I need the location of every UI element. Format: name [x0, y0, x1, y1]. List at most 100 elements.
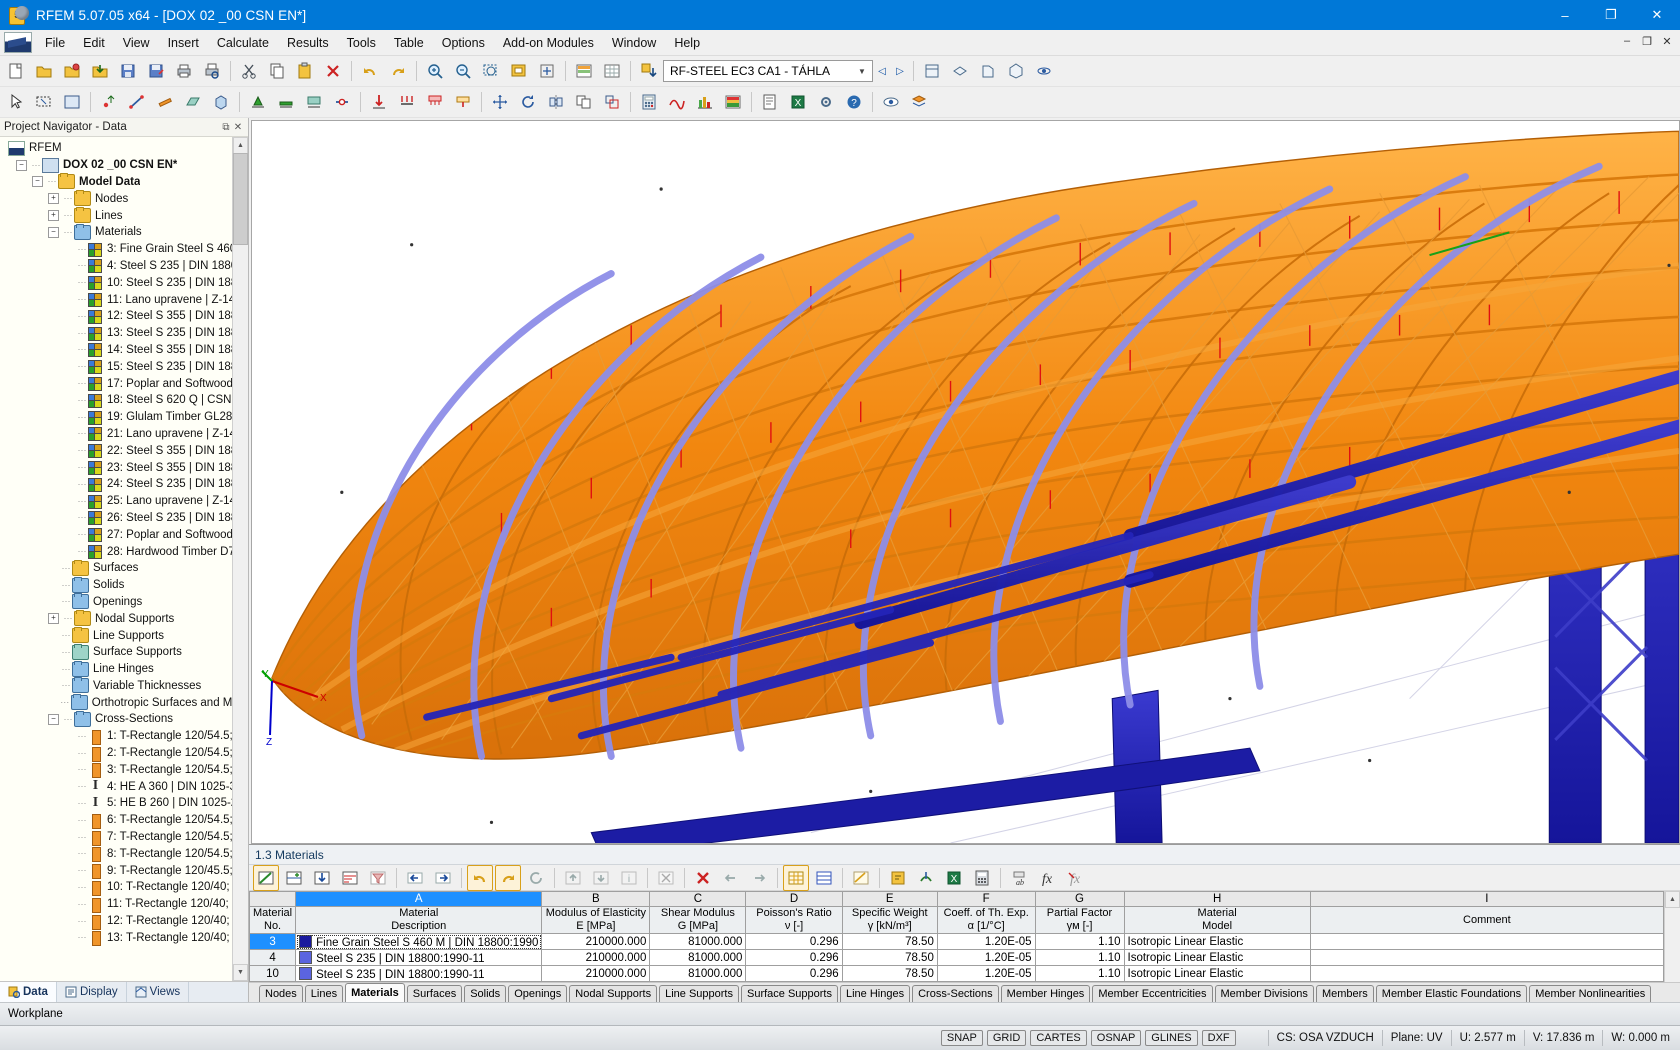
- close-button[interactable]: ✕: [1634, 0, 1680, 30]
- row-number-cell[interactable]: 4: [248, 949, 297, 966]
- status-toggle-grid[interactable]: GRID: [986, 1030, 1027, 1046]
- menu-calculate[interactable]: Calculate: [208, 33, 278, 53]
- menu-help[interactable]: Help: [665, 33, 709, 53]
- status-toggle-dxf[interactable]: DXF: [1201, 1030, 1236, 1046]
- status-toggle-osnap[interactable]: OSNAP: [1090, 1030, 1142, 1046]
- table-move-up-icon[interactable]: [560, 865, 586, 891]
- table-delete-right-icon[interactable]: [746, 865, 772, 891]
- print-icon[interactable]: [171, 58, 197, 84]
- thermal-expansion-cell[interactable]: 1.20E-05: [936, 933, 1036, 950]
- tree-item-cross-section[interactable]: ⋯1: T-Rectangle 120/54.5; Gl: [4, 728, 232, 745]
- table-tab-line-hinges[interactable]: Line Hinges: [840, 985, 911, 1002]
- results-diagram-icon[interactable]: [692, 89, 718, 115]
- menu-insert[interactable]: Insert: [159, 33, 208, 53]
- table-tab-surfaces[interactable]: Surfaces: [406, 985, 463, 1002]
- tree-item-model-data[interactable]: − ⋯ Model Data: [4, 173, 232, 191]
- table-insert-row-icon[interactable]: [281, 865, 307, 891]
- scroll-up-icon[interactable]: ▲: [1665, 891, 1680, 908]
- material-description-cell[interactable]: Fine Grain Steel S 460 M | DIN 18800:199…: [295, 933, 543, 950]
- tree-item-cross-section[interactable]: ⋯2: T-Rectangle 120/54.5; Gl: [4, 745, 232, 762]
- tree-item-material[interactable]: ⋯ 19: Glulam Timber GL28h |: [4, 409, 232, 426]
- tree-item-cross-section[interactable]: ⋯7: T-Rectangle 120/54.5; Gl: [4, 829, 232, 846]
- zoom-all-icon[interactable]: [506, 58, 532, 84]
- tree-item-rfem[interactable]: RFEM: [4, 140, 232, 157]
- tree-item-cross-section[interactable]: ⋯9: T-Rectangle 120/45.5; Gl: [4, 862, 232, 880]
- tree-item-cross-section[interactable]: ⋯13: T-Rectangle 120/40; Po: [4, 929, 232, 947]
- menu-edit[interactable]: Edit: [74, 33, 114, 53]
- paste-icon[interactable]: [292, 58, 318, 84]
- expander-icon[interactable]: +: [48, 193, 59, 205]
- poissons-ratio-cell[interactable]: 0.296: [745, 965, 843, 982]
- new-file-icon[interactable]: [3, 58, 29, 84]
- table-tab-line-supports[interactable]: Line Supports: [659, 985, 739, 1002]
- thermal-expansion-cell[interactable]: 1.20E-05: [936, 965, 1036, 982]
- table-edit-icon[interactable]: [253, 864, 279, 891]
- row-number-cell[interactable]: 10: [248, 965, 297, 982]
- tree-item-cross-section[interactable]: ⋯5: HE B 260 | DIN 1025-2:199: [4, 795, 233, 812]
- tree-item-material[interactable]: ⋯18: Steel S 620 Q | ČSN EN 1: [4, 392, 232, 409]
- copy-icon[interactable]: [264, 58, 290, 84]
- view-front-icon[interactable]: [919, 58, 945, 84]
- expander-icon[interactable]: +: [48, 613, 59, 625]
- row-number-cell[interactable]: 3: [248, 933, 297, 950]
- tree-item-material[interactable]: ⋯3: Fine Grain Steel S 460 M |: [4, 241, 232, 258]
- tree-item-cross-section[interactable]: ⋯10: T-Rectangle 120/40; Po: [4, 879, 232, 896]
- table-undo-icon[interactable]: [467, 864, 493, 891]
- table-delete-left-icon[interactable]: [718, 865, 744, 891]
- delete-icon[interactable]: [320, 58, 346, 84]
- module-combobox[interactable]: RF-STEEL EC3 CA1 - TÁHLA ▼: [663, 60, 873, 82]
- free-load-icon[interactable]: [450, 89, 476, 115]
- tree-item-cross-section[interactable]: ⋯12: T-Rectangle 120/40; Po: [4, 913, 232, 930]
- table-redo-icon[interactable]: [495, 864, 521, 891]
- tree-item-material[interactable]: ⋯22: Steel S 355 | DIN 18800:1: [4, 442, 232, 459]
- scroll-thumb[interactable]: [233, 153, 248, 245]
- table-tab-cross-sections[interactable]: Cross-Sections: [912, 985, 999, 1002]
- nodal-support-icon[interactable]: [245, 89, 271, 115]
- comment-cell[interactable]: [1309, 949, 1665, 966]
- tree-item-material[interactable]: ⋯25: Lano upravene | Z-14.7-: [4, 493, 232, 510]
- menu-results[interactable]: Results: [278, 33, 338, 53]
- settings-gear-icon[interactable]: [813, 89, 839, 115]
- table-tab-surface-supports[interactable]: Surface Supports: [741, 985, 838, 1002]
- table-calculator-icon[interactable]: [969, 865, 995, 891]
- cut-icon[interactable]: [236, 58, 262, 84]
- move-icon[interactable]: [487, 89, 513, 115]
- navigator-close-icon[interactable]: ✕: [232, 122, 244, 133]
- scroll-down-icon[interactable]: ▼: [233, 964, 248, 981]
- expander-icon[interactable]: −: [32, 176, 43, 188]
- model-viewport[interactable]: Y X Z: [251, 120, 1680, 844]
- results-deformation-icon[interactable]: [664, 89, 690, 115]
- open-file-icon[interactable]: [31, 58, 57, 84]
- pin-icon[interactable]: ⧉: [220, 122, 232, 133]
- partial-factor-cell[interactable]: 1.10: [1034, 933, 1125, 950]
- tree-item-material[interactable]: ⋯10: Steel S 235 | DIN 18800:1: [4, 274, 232, 291]
- select-all-icon[interactable]: [59, 89, 85, 115]
- navigator-tab-display[interactable]: Display: [57, 982, 127, 1002]
- layers-icon[interactable]: [906, 89, 932, 115]
- rotate-icon[interactable]: [515, 89, 541, 115]
- calculate-icon[interactable]: [636, 89, 662, 115]
- module-next-button[interactable]: ▷: [891, 61, 909, 81]
- undo-icon[interactable]: [357, 58, 383, 84]
- specific-weight-cell[interactable]: 78.50: [841, 965, 938, 982]
- mirror-icon[interactable]: [543, 89, 569, 115]
- tree-item-material[interactable]: ⋯21: Lano upravene | Z-14.7-: [4, 426, 232, 443]
- table-column-letter[interactable]: B: [541, 891, 651, 907]
- material-description-cell[interactable]: Steel S 235 | DIN 18800:1990-11: [295, 965, 543, 982]
- scroll-up-icon[interactable]: ▲: [233, 137, 248, 154]
- menu-window[interactable]: Window: [603, 33, 665, 53]
- table-next-icon[interactable]: [430, 865, 456, 891]
- table-column-letter[interactable]: I: [1309, 891, 1665, 907]
- mdi-minimize-button[interactable]: –: [1618, 32, 1636, 50]
- table-tab-lines[interactable]: Lines: [304, 985, 344, 1002]
- view-top-icon[interactable]: [947, 58, 973, 84]
- redo-icon[interactable]: [385, 58, 411, 84]
- tree-item-line-supports[interactable]: ⋯ Line Supports: [4, 627, 232, 644]
- table-select-icon[interactable]: [913, 865, 939, 891]
- shear-modulus-cell[interactable]: 81000.000: [649, 949, 747, 966]
- tree-item-material[interactable]: ⋯26: Steel S 235 | DIN 18800:1: [4, 510, 232, 527]
- partial-factor-cell[interactable]: 1.10: [1034, 965, 1125, 982]
- table-toggle-icon[interactable]: [599, 58, 625, 84]
- navigator-tree[interactable]: RFEM − ⋯ DOX 02 _00 CSN EN* − ⋯ Model Da…: [0, 137, 232, 981]
- tree-item-material[interactable]: ⋯13: Steel S 235 | DIN 18800:1: [4, 325, 232, 342]
